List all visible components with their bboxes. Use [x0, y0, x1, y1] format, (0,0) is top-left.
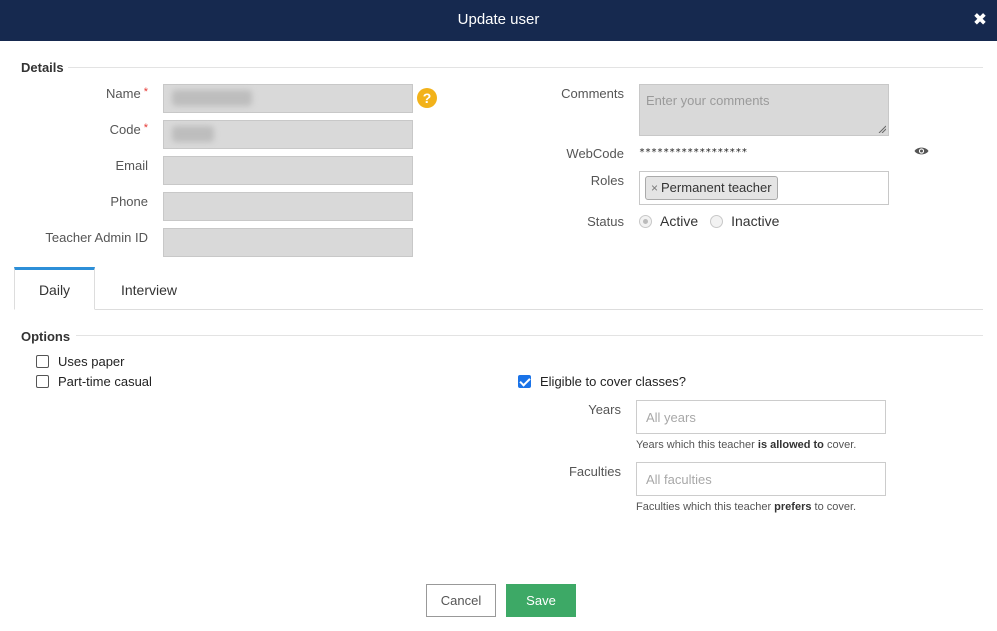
faculties-input[interactable]: All faculties	[636, 462, 886, 496]
phone-field[interactable]	[163, 192, 413, 221]
tabs-divider	[14, 309, 983, 310]
save-button[interactable]: Save	[506, 584, 576, 617]
help-icon[interactable]: ?	[417, 88, 437, 108]
eligible-row: Eligible to cover classes?	[518, 374, 686, 389]
status-active-radio[interactable]	[639, 214, 652, 228]
close-icon[interactable]: ✖	[972, 10, 988, 30]
roles-select[interactable]: × Permanent teacher	[639, 171, 889, 205]
status-active-label[interactable]: Active	[660, 213, 698, 229]
eligible-checkbox[interactable]	[518, 375, 531, 388]
faculties-label: Faculties	[568, 464, 621, 479]
role-tag-label: Permanent teacher	[661, 180, 772, 195]
teacher-admin-id-field[interactable]	[163, 228, 413, 257]
uses-paper-label[interactable]: Uses paper	[58, 354, 124, 369]
eye-icon[interactable]	[914, 145, 929, 160]
webcode-value: ******************	[639, 147, 748, 158]
code-label: Code *	[109, 122, 148, 137]
teacher-admin-id-label: Teacher Admin ID	[45, 230, 148, 245]
part-time-casual-label[interactable]: Part-time casual	[58, 374, 152, 389]
faculties-hint: Faculties which this teacher prefers to …	[636, 501, 857, 513]
uses-paper-row: Uses paper	[36, 354, 124, 369]
redacted-name-text	[172, 90, 252, 106]
dialog-title: Update user	[457, 11, 540, 28]
years-hint: Years which this teacher is allowed to c…	[636, 439, 857, 451]
email-label: Email	[115, 158, 148, 173]
options-divider	[76, 335, 983, 336]
remove-role-icon[interactable]: ×	[651, 181, 658, 195]
options-section-title: Options	[21, 329, 71, 344]
status-inactive-radio[interactable]	[710, 214, 724, 228]
years-input[interactable]: All years	[636, 400, 886, 434]
tab-interview[interactable]: Interview	[104, 270, 194, 308]
years-placeholder: All years	[646, 410, 696, 425]
eye-icon-graphic	[914, 147, 929, 155]
eligible-label[interactable]: Eligible to cover classes?	[540, 374, 686, 389]
comments-placeholder: Enter your comments	[646, 93, 770, 108]
comments-label: Comments	[561, 86, 624, 101]
faculties-placeholder: All faculties	[646, 472, 712, 487]
resize-handle-icon[interactable]	[878, 125, 886, 133]
dialog-header: Update user ✖	[0, 0, 997, 41]
part-time-casual-row: Part-time casual	[36, 374, 152, 389]
required-marker: *	[143, 86, 148, 98]
required-marker: *	[143, 122, 148, 134]
status-radio-group: Active Inactive	[639, 213, 791, 229]
cancel-button[interactable]: Cancel	[426, 584, 496, 617]
tab-daily[interactable]: Daily	[14, 267, 95, 310]
uses-paper-checkbox[interactable]	[36, 355, 49, 368]
webcode-label: WebCode	[566, 146, 624, 161]
details-section-title: Details	[21, 60, 64, 75]
phone-label: Phone	[110, 194, 148, 209]
role-tag: × Permanent teacher	[645, 176, 778, 200]
part-time-casual-checkbox[interactable]	[36, 375, 49, 388]
redacted-code-text	[172, 126, 214, 142]
details-divider	[68, 67, 983, 68]
status-inactive-label[interactable]: Inactive	[731, 213, 779, 229]
years-label: Years	[588, 402, 621, 417]
name-field[interactable]	[163, 84, 413, 113]
name-label: Name *	[106, 86, 148, 101]
email-field[interactable]	[163, 156, 413, 185]
code-field[interactable]	[163, 120, 413, 149]
comments-textarea[interactable]: Enter your comments	[639, 84, 889, 136]
status-label: Status	[587, 214, 624, 229]
roles-label: Roles	[590, 173, 624, 188]
